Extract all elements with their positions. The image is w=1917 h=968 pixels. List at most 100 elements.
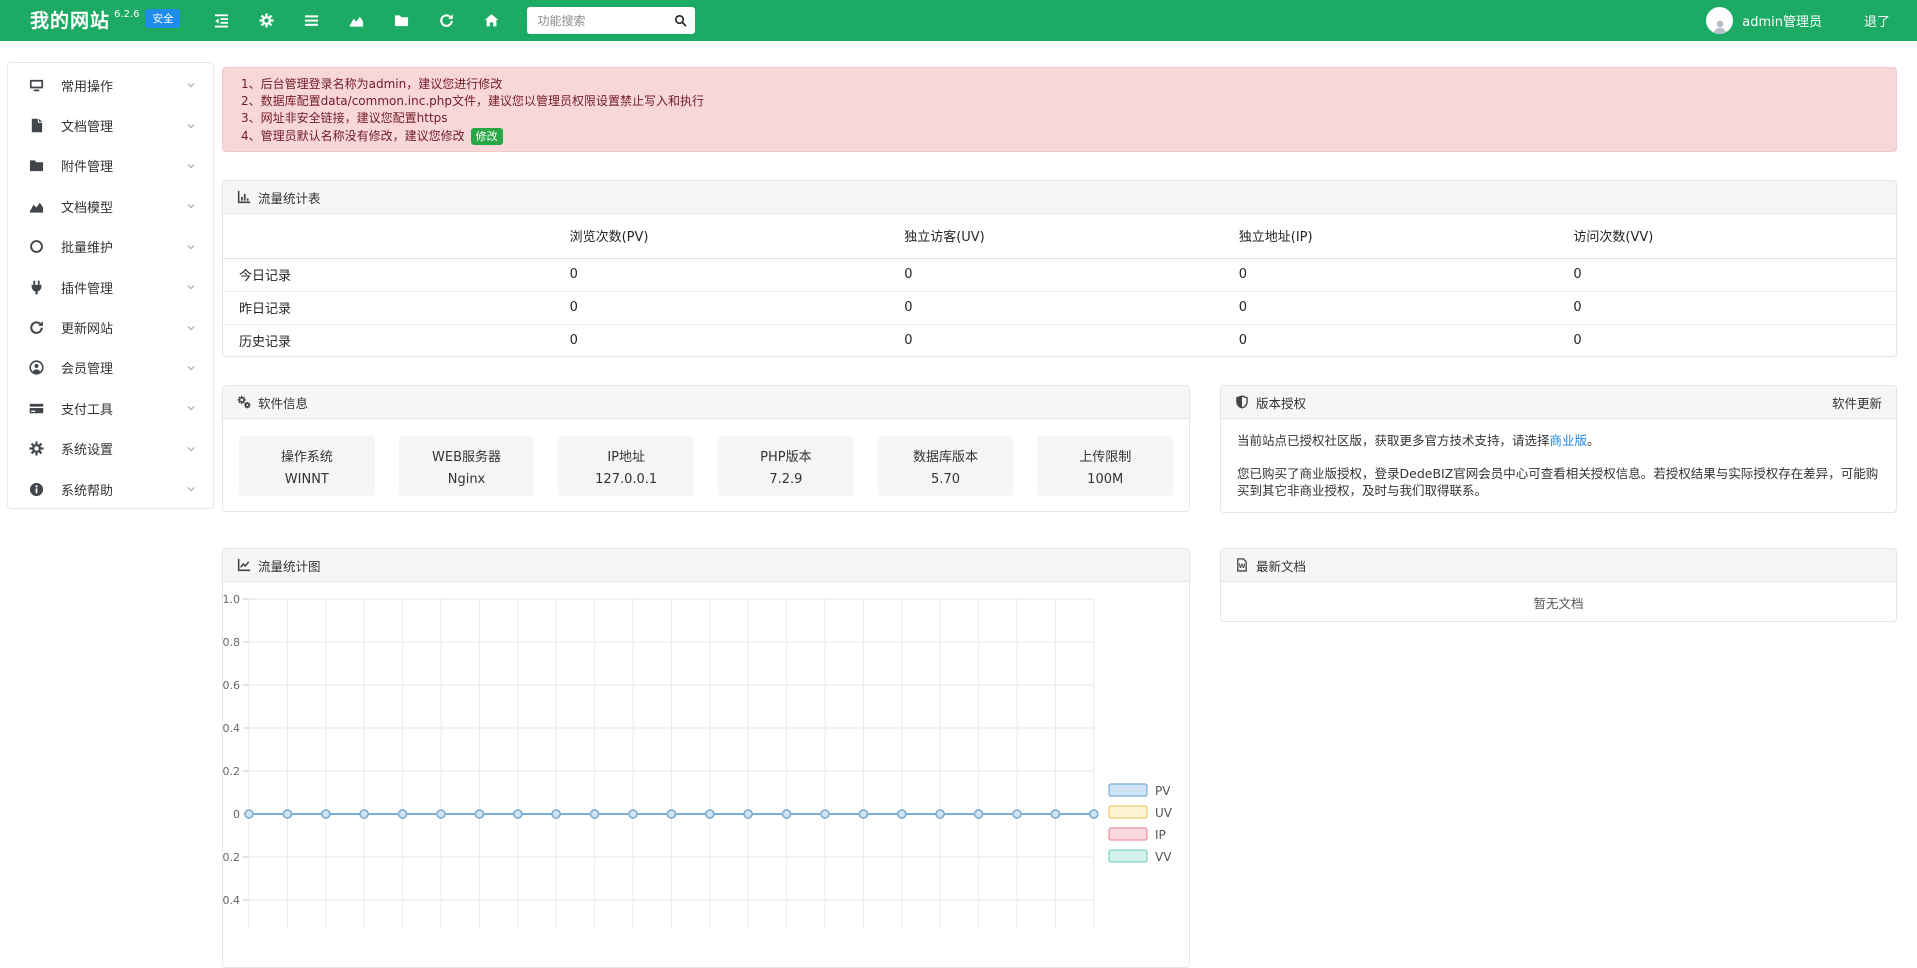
chevron-down-icon (186, 282, 196, 292)
sidebar-toggle-outdent-icon[interactable] (214, 13, 230, 29)
license-paragraph-2: 您已购买了商业版授权，登录DedeBIZ官网会员中心可查看相关授权信息。若授权结… (1237, 465, 1880, 499)
license-paragraph-1: 当前站点已授权社区版，获取更多官方技术支持，请选择商业版。 (1237, 432, 1880, 449)
gear-icon (29, 441, 44, 456)
table-row-yesterday: 昨日记录 0 0 0 0 (223, 291, 1896, 324)
info-card-php: PHP版本 7.2.9 (718, 436, 854, 496)
chart-area-icon[interactable] (349, 13, 365, 29)
desktop-icon (29, 78, 44, 93)
software-info-cards: 操作系统 WINNT WEB服务器 Nginx IP地址 127.0.0.1 P… (223, 419, 1189, 513)
col-header-pv: 浏览次数(PV) (558, 214, 893, 258)
svg-text:IP: IP (1155, 828, 1166, 842)
search-input[interactable] (527, 7, 695, 34)
software-info-header: 软件信息 (223, 386, 1189, 419)
chart-line-icon (237, 558, 251, 572)
gear-icon[interactable] (259, 13, 275, 29)
license-header: 版本授权 软件更新 (1221, 386, 1896, 419)
brand-name: 我的网站 (30, 8, 110, 34)
sidebar-item-document-model[interactable]: 文档模型 (8, 186, 213, 226)
chevron-down-icon (186, 403, 196, 413)
sidebar-item-attachment-manage[interactable]: 附件管理 (8, 146, 213, 186)
license-body: 当前站点已授权社区版，获取更多官方技术支持，请选择商业版。 您已购买了商业版授权… (1221, 419, 1896, 512)
svg-text:0: 0 (233, 808, 240, 821)
panel-title: 流量统计图 (258, 556, 321, 575)
svg-text:-0.2: -0.2 (223, 851, 240, 864)
svg-text:UV: UV (1155, 806, 1173, 820)
sidebar: 常用操作 文档管理 附件管理 文档模型 批量维护 插件管理 更新网站 会员管理 (7, 62, 214, 509)
alert-line: 1、后台管理登录名称为admin，建议您进行修改 (241, 76, 1878, 93)
latest-docs-panel: 最新文档 暂无文档 (1220, 548, 1897, 622)
alert-line: 4、管理员默认名称没有修改，建议您修改修改 (241, 128, 1878, 145)
svg-text:0.2: 0.2 (223, 765, 240, 778)
chevron-down-icon (186, 161, 196, 171)
chevron-down-icon (186, 323, 196, 333)
navbar-icon-menu (214, 13, 500, 29)
bars-menu-icon[interactable] (304, 13, 320, 29)
logout-link[interactable]: 退了 (1864, 11, 1890, 30)
panel-title: 软件信息 (258, 393, 308, 412)
table-row-history: 历史记录 0 0 0 0 (223, 324, 1896, 357)
panel-title: 流量统计表 (258, 188, 321, 207)
refresh-icon[interactable] (439, 13, 455, 29)
cogs-icon (237, 395, 251, 409)
sidebar-item-batch-maintain[interactable]: 批量维护 (8, 227, 213, 267)
chevron-down-icon (186, 80, 196, 90)
svg-text:-0.4: -0.4 (223, 894, 240, 907)
license-panel: 版本授权 软件更新 当前站点已授权社区版，获取更多官方技术支持，请选择商业版。 … (1220, 385, 1897, 513)
shield-icon (1235, 395, 1249, 409)
folder-icon[interactable] (394, 13, 410, 29)
sidebar-item-common-ops[interactable]: 常用操作 (8, 65, 213, 105)
traffic-stats-table: 浏览次数(PV) 独立访客(UV) 独立地址(IP) 访问次数(VV) 今日记录… (223, 214, 1896, 357)
function-search (527, 7, 695, 34)
info-circle-icon (29, 482, 44, 497)
security-alert: 1、后台管理登录名称为admin，建议您进行修改 2、数据库配置data/com… (222, 67, 1897, 152)
username-label[interactable]: admin管理员 (1742, 11, 1822, 30)
sidebar-item-document-manage[interactable]: 文档管理 (8, 105, 213, 145)
refresh-icon (29, 320, 44, 335)
panel-title: 最新文档 (1256, 556, 1306, 575)
chevron-down-icon (186, 201, 196, 211)
col-header-vv: 访问次数(VV) (1561, 214, 1896, 258)
info-card-webserver: WEB服务器 Nginx (399, 436, 535, 496)
sidebar-item-member-manage[interactable]: 会员管理 (8, 348, 213, 388)
navbar-user-area: admin管理员 退了 (1706, 7, 1890, 34)
site-logo[interactable]: 我的网站 6.2.6 安全 (30, 8, 180, 34)
avatar[interactable] (1706, 7, 1733, 34)
info-card-os: 操作系统 WINNT (239, 436, 375, 496)
svg-text:0.6: 0.6 (223, 679, 240, 692)
svg-text:0.8: 0.8 (223, 636, 240, 649)
software-update-link[interactable]: 软件更新 (1832, 393, 1882, 412)
security-badge[interactable]: 安全 (145, 9, 180, 28)
table-row-today: 今日记录 0 0 0 0 (223, 258, 1896, 291)
plug-icon (29, 280, 44, 295)
traffic-line-chart: 1.00.80.60.40.20-0.2-0.4PVUVIPVV (223, 582, 1189, 929)
chevron-down-icon (186, 121, 196, 131)
software-info-panel: 软件信息 操作系统 WINNT WEB服务器 Nginx IP地址 127.0.… (222, 385, 1190, 512)
chevron-down-icon (186, 363, 196, 373)
svg-text:PV: PV (1155, 784, 1171, 798)
sidebar-item-system-settings[interactable]: 系统设置 (8, 429, 213, 469)
sidebar-item-payment-tools[interactable]: 支付工具 (8, 388, 213, 428)
col-header-ip: 独立地址(IP) (1227, 214, 1562, 258)
version-label: 6.2.6 (114, 9, 139, 20)
sidebar-item-plugin-manage[interactable]: 插件管理 (8, 267, 213, 307)
chevron-down-icon (186, 484, 196, 494)
chevron-down-icon (186, 444, 196, 454)
traffic-stats-header: 流量统计表 (223, 181, 1896, 214)
modify-button[interactable]: 修改 (471, 128, 503, 145)
file-word-icon (1235, 558, 1249, 572)
alert-line: 3、网址非安全链接，建议您配置https (241, 110, 1878, 127)
sidebar-item-system-help[interactable]: 系统帮助 (8, 469, 213, 509)
col-header-empty (223, 214, 558, 258)
svg-text:1.0: 1.0 (223, 593, 240, 606)
commercial-edition-link[interactable]: 商业版 (1550, 433, 1588, 448)
home-icon[interactable] (484, 13, 500, 29)
traffic-stats-panel: 流量统计表 浏览次数(PV) 独立访客(UV) 独立地址(IP) 访问次数(VV… (222, 180, 1897, 357)
file-icon (29, 118, 44, 133)
traffic-chart-panel: 流量统计图 1.00.80.60.40.20-0.2-0.4PVUVIPVV (222, 548, 1190, 968)
sidebar-item-update-site[interactable]: 更新网站 (8, 307, 213, 347)
circle-icon (29, 239, 44, 254)
chevron-down-icon (186, 242, 196, 252)
search-icon[interactable] (674, 14, 687, 27)
top-navbar: 我的网站 6.2.6 安全 admin管理员 退了 (0, 0, 1917, 41)
svg-text:0.4: 0.4 (223, 722, 240, 735)
